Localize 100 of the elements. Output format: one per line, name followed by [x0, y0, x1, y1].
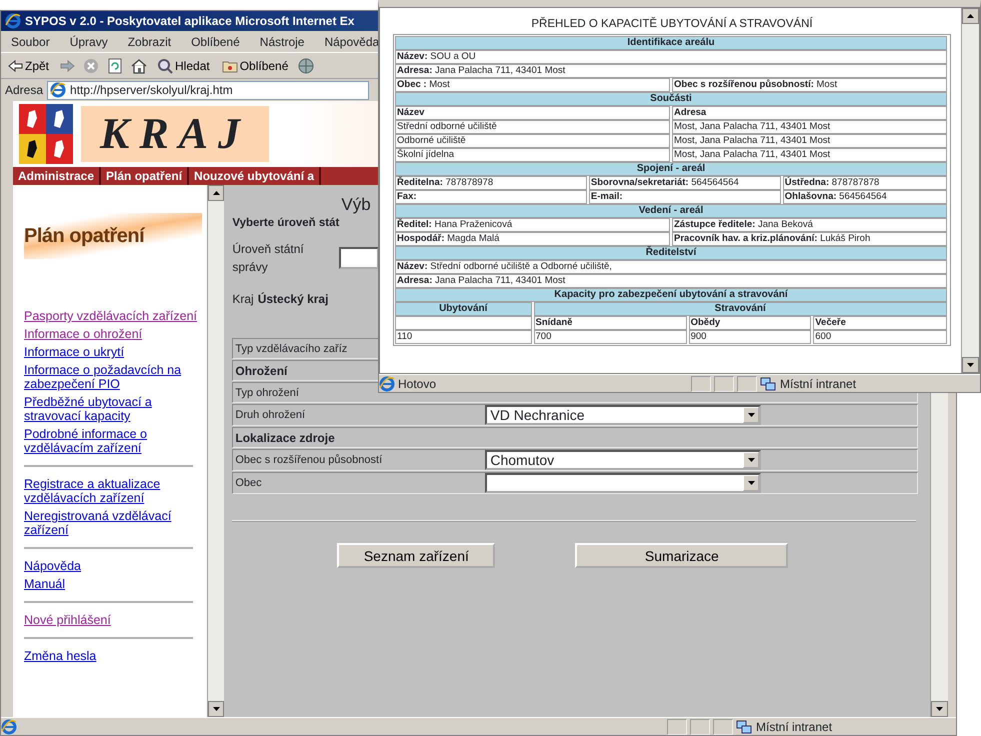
status-pane [667, 718, 687, 734]
field-label: Úroveň státní správy [232, 241, 305, 276]
ie-logo-icon [5, 13, 21, 29]
address-field[interactable]: http://hpserver/skolyul/kraj.htm [47, 80, 370, 100]
table-cell: Střední odborné učiliště [395, 120, 670, 134]
section-heading: Kapacity pro zabezpečení ubytování a stravování [395, 288, 947, 302]
status-text: Hotovo [398, 376, 436, 392]
menu-item[interactable]: Úpravy [70, 32, 108, 50]
table-cell: Ohlašovna: 564564564 [782, 190, 947, 204]
table-cell: Fax: [395, 190, 587, 204]
menu-item[interactable]: Oblíbené [191, 32, 240, 50]
table-cell: Zástupce ředitele: Jana Beková [672, 218, 947, 232]
region-name: Ústecký kraj [258, 291, 328, 308]
table-cell: Obědy [688, 316, 812, 330]
sidebar-link[interactable]: Manuál [24, 577, 202, 591]
scroll-up-icon[interactable] [967, 14, 974, 18]
menu-item[interactable]: Zobrazit [128, 32, 172, 50]
refresh-icon[interactable] [107, 58, 124, 74]
field-label: Obec [235, 477, 262, 489]
dropdown-value: Chomutov [490, 450, 554, 470]
table-cell: Adresa [672, 106, 947, 120]
status-pane [691, 376, 711, 392]
dropdown-field[interactable]: VD Nechranice [485, 405, 762, 426]
sidebar-link[interactable]: Změna hesla [24, 649, 202, 663]
sidebar-link[interactable]: Předběžné ubytovací a stravovací kapacity [24, 395, 202, 423]
sidebar-link[interactable]: Nové přihlášení [24, 613, 202, 627]
dropdown-arrow-icon[interactable] [748, 458, 755, 462]
window-title: SYPOS v 2.0 - Poskytovatel aplikace Microsoft Internet Ex [25, 13, 354, 30]
form-button[interactable]: Seznam zařízení [337, 543, 496, 568]
level-field[interactable] [339, 247, 380, 270]
ie-page-icon [379, 376, 395, 392]
sidebar-link[interactable]: Informace o ohrožení [24, 327, 202, 341]
search-button[interactable]: Hledat [155, 56, 212, 74]
scroll-down-icon[interactable] [967, 363, 974, 367]
menu-item[interactable]: Nápověda [324, 32, 380, 50]
scrollbar[interactable] [961, 8, 979, 373]
form-heading: Výb [340, 195, 371, 215]
section-heading: Součásti [395, 92, 947, 106]
address-url: http://hpserver/skolyul/kraj.htm [70, 82, 233, 98]
sidebar-link[interactable]: Informace o ukrytí [24, 345, 202, 359]
ie-logo-icon [50, 82, 66, 98]
section-heading: Identifikace areálu [395, 36, 947, 50]
dropdown-field[interactable]: Chomutov [485, 450, 762, 470]
status-zone: Místní intranet [756, 718, 832, 736]
globe-icon[interactable] [298, 58, 314, 74]
back-button[interactable]: Zpět [5, 56, 52, 74]
menu-item[interactable]: Soubor [11, 32, 50, 50]
dropdown-field[interactable] [485, 473, 762, 494]
status-pane [713, 718, 733, 734]
network-icon [736, 718, 752, 734]
field-label: Typ vzdělávacího zaříz [235, 342, 348, 354]
nav-link[interactable]: Plán opatření [101, 167, 190, 185]
section-heading: Ubytování [395, 302, 532, 316]
table-cell: Most, Jana Palacha 711, 43401 Most [672, 120, 947, 134]
ie-page-icon [1, 718, 17, 734]
coat-of-arms-icon [19, 104, 73, 164]
scrollbar[interactable] [206, 185, 224, 717]
sidebar-link[interactable]: Nápověda [24, 559, 202, 573]
table-cell: Obec s rozšířenou působností: Most [672, 78, 947, 92]
table-cell: Ústředna: 878787878 [782, 176, 947, 190]
scroll-up-icon[interactable] [212, 191, 220, 195]
table-cell: Večeře [813, 316, 947, 330]
section-heading: Stravování [534, 302, 947, 316]
sidebar-link[interactable]: Registrace a aktualizace vzdělávacích zařízení [24, 477, 202, 505]
sidebar-link[interactable]: Podrobné informace o vzdělávacím zařízení [24, 427, 202, 455]
section-heading: Ředitelství [395, 246, 947, 260]
table-cell: Most, Jana Palacha 711, 43401 Most [672, 134, 947, 148]
dropdown-arrow-icon[interactable] [748, 413, 755, 418]
table-cell: Název: SOU a OU [395, 50, 947, 64]
field-label: Druh ohrožení [235, 409, 306, 421]
table-cell: 700 [534, 330, 687, 344]
home-icon[interactable] [131, 58, 148, 74]
table-cell: Název [395, 106, 670, 120]
status-pane [714, 376, 734, 392]
table-cell: 600 [813, 330, 947, 344]
section-heading: Vedení - areál [395, 204, 947, 218]
network-icon [760, 376, 776, 392]
menu-item[interactable]: Nástroje [260, 32, 304, 50]
field-label: Obec s rozšířenou působností [235, 454, 382, 466]
field-label: Typ ohrožení [235, 386, 299, 398]
nav-link[interactable]: Administrace [13, 167, 102, 185]
table-cell: Sborovna/sekretariát: 564564564 [588, 176, 781, 190]
table-cell: Název: Střední odborné učiliště a Odborné učiliště, [395, 260, 947, 274]
sidebar-link[interactable]: Neregistrovaná vzdělávací zařízení [24, 509, 202, 537]
address-label: Adresa [5, 82, 44, 99]
table-cell: Snídaně [534, 316, 687, 330]
sidebar-link[interactable]: Pasporty vzdělávacích zařízení [24, 309, 202, 323]
table-cell: Pracovník hav. a kriz.plánování: Lukáš Piroh [672, 232, 947, 246]
scroll-down-icon[interactable] [212, 707, 220, 711]
sidebar-link[interactable]: Informace o požadavcích na zabezpečení PIO [24, 363, 202, 391]
table-cell: Hospodář: Magda Malá [395, 232, 670, 246]
dropdown-value: VD Nechranice [490, 406, 585, 425]
scroll-down-icon[interactable] [936, 707, 944, 711]
table-cell: Školní jídelna [395, 148, 670, 162]
favorites-button[interactable]: Oblíbené [220, 56, 290, 74]
form-button[interactable]: Sumarizace [575, 543, 788, 568]
magnifier-icon [157, 58, 174, 74]
status-zone: Místní intranet [780, 376, 856, 392]
table-cell: E-mail: [588, 190, 781, 204]
dropdown-arrow-icon[interactable] [748, 481, 755, 486]
